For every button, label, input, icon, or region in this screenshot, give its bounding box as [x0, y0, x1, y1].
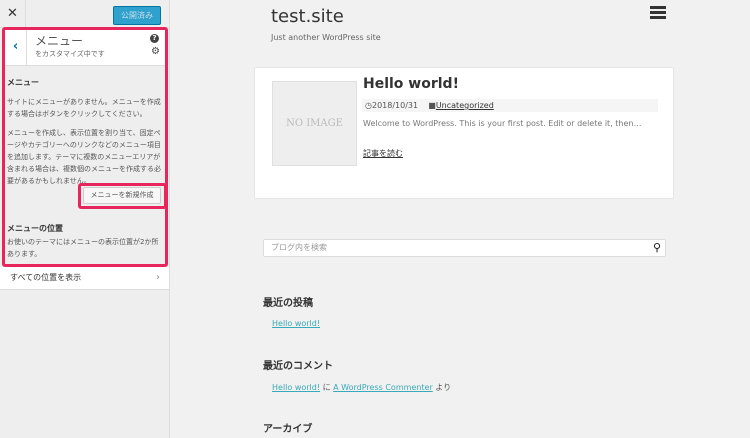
chevron-right-icon: ›: [156, 267, 160, 289]
view-all-locations-label: すべての位置を表示: [10, 273, 81, 282]
archives-heading: アーカイブ: [263, 420, 312, 435]
read-more-link[interactable]: 記事を読む: [363, 148, 403, 159]
post-card: NO IMAGE Hello world! ◷2018/10/31 ■Uncat…: [254, 67, 674, 199]
post-title[interactable]: Hello world!: [363, 76, 459, 92]
search-input[interactable]: ブログ内を検索 ⚲: [263, 239, 666, 257]
post-excerpt: Welcome to WordPress. This is your first…: [363, 117, 663, 131]
post-meta: ◷2018/10/31 ■Uncategorized: [362, 99, 658, 112]
post-thumbnail[interactable]: NO IMAGE: [272, 81, 357, 166]
folder-icon: ■: [428, 101, 436, 110]
recent-post-item: Hello world!: [272, 319, 320, 328]
site-title[interactable]: test.site: [271, 6, 344, 27]
customizer-header: ✕ 公開済み: [0, 0, 169, 28]
recent-comments-heading: 最近のコメント: [263, 357, 333, 372]
clock-icon: ◷: [365, 101, 372, 110]
post-category-link[interactable]: Uncategorized: [436, 101, 494, 110]
search-icon[interactable]: ⚲: [653, 240, 661, 256]
close-icon[interactable]: ✕: [0, 0, 26, 28]
site-tagline: Just another WordPress site: [271, 33, 381, 42]
hamburger-menu-icon[interactable]: [650, 6, 666, 19]
search-placeholder: ブログ内を検索: [271, 243, 327, 252]
recent-post-link[interactable]: Hello world!: [272, 319, 320, 328]
comment-post-link[interactable]: Hello world!: [272, 383, 320, 392]
publish-button[interactable]: 公開済み: [113, 6, 161, 25]
post-date: 2018/10/31: [372, 101, 418, 110]
view-all-locations[interactable]: すべての位置を表示 ›: [0, 267, 169, 290]
comment-by-text: より: [435, 383, 451, 392]
comment-author-link[interactable]: A WordPress Commenter: [333, 383, 433, 392]
recent-comment-item: Hello world! に A WordPress Commenter より: [272, 382, 451, 393]
customizer-sidebar: ✕ 公開済み ‹ メニュー をカスタマイズ中です ? ⚙ メニュー サイトにメニ…: [0, 0, 170, 438]
panel-highlight: [2, 27, 168, 267]
comment-on-text: に: [323, 383, 331, 392]
recent-posts-heading: 最近の投稿: [263, 294, 313, 309]
